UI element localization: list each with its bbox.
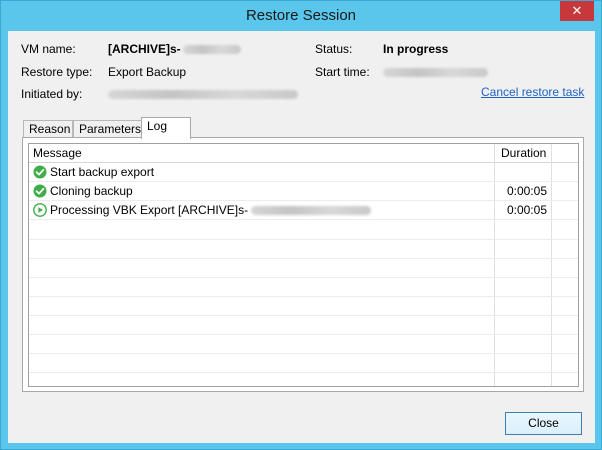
initiated-by-label: Initiated by: (21, 87, 83, 101)
log-row[interactable]: Processing VBK Export [ARCHIVE]s- 0:00:0… (29, 201, 578, 220)
tab-log[interactable]: Log (141, 117, 191, 139)
grid-line (29, 353, 578, 354)
grid-line (29, 334, 578, 335)
start-time-value (383, 65, 488, 79)
title-bar[interactable]: Restore Session ✕ (1, 1, 601, 30)
cancel-restore-task-link[interactable]: Cancel restore task (481, 85, 584, 99)
log-message: Cloning backup (50, 184, 133, 198)
grid-line (29, 296, 578, 297)
close-button[interactable]: Close (505, 412, 582, 435)
initiated-by-value (108, 87, 298, 101)
tab-reason[interactable]: Reason (23, 120, 73, 138)
log-row[interactable]: Start backup export (29, 163, 578, 182)
window-title: Restore Session (245, 7, 357, 24)
grid-line (29, 315, 578, 316)
redacted-text (383, 68, 488, 78)
success-check-icon (33, 184, 47, 198)
dialog-body: VM name: [ARCHIVE]s- Restore type: Expor… (8, 31, 595, 443)
tab-parameters[interactable]: Parameters (73, 120, 142, 138)
in-progress-play-icon (33, 203, 47, 217)
redacted-text (108, 90, 298, 100)
restore-type-label: Restore type: (21, 65, 93, 79)
redacted-text (251, 206, 372, 216)
redacted-text (182, 45, 241, 55)
message-column-header[interactable]: Message (33, 146, 82, 160)
grid-line (29, 277, 578, 278)
log-duration: 0:00:05 (506, 184, 547, 198)
window-close-icon[interactable]: ✕ (560, 1, 594, 21)
log-panel: Message Duration Start backup export Clo… (22, 137, 584, 392)
log-message: Processing VBK Export [ARCHIVE]s- (50, 203, 372, 217)
success-check-icon (33, 165, 47, 179)
grid-line (29, 372, 578, 373)
duration-column-header[interactable]: Duration (501, 146, 546, 160)
log-grid[interactable]: Message Duration Start backup export Clo… (28, 143, 579, 387)
log-grid-header: Message Duration (29, 144, 578, 163)
vm-name-value: [ARCHIVE]s- (108, 42, 241, 56)
status-value: In progress (383, 42, 449, 56)
restore-type-value: Export Backup (108, 65, 187, 79)
log-row[interactable]: Cloning backup 0:00:05 (29, 182, 578, 201)
grid-line (29, 239, 578, 240)
restore-session-window: Restore Session ✕ VM name: [ARCHIVE]s- R… (0, 0, 602, 450)
log-duration: 0:00:05 (506, 203, 547, 217)
grid-line (29, 258, 578, 259)
vm-name-label: VM name: (21, 42, 76, 56)
start-time-label: Start time: (315, 65, 370, 79)
log-message: Start backup export (50, 165, 155, 179)
status-label: Status: (315, 42, 353, 56)
